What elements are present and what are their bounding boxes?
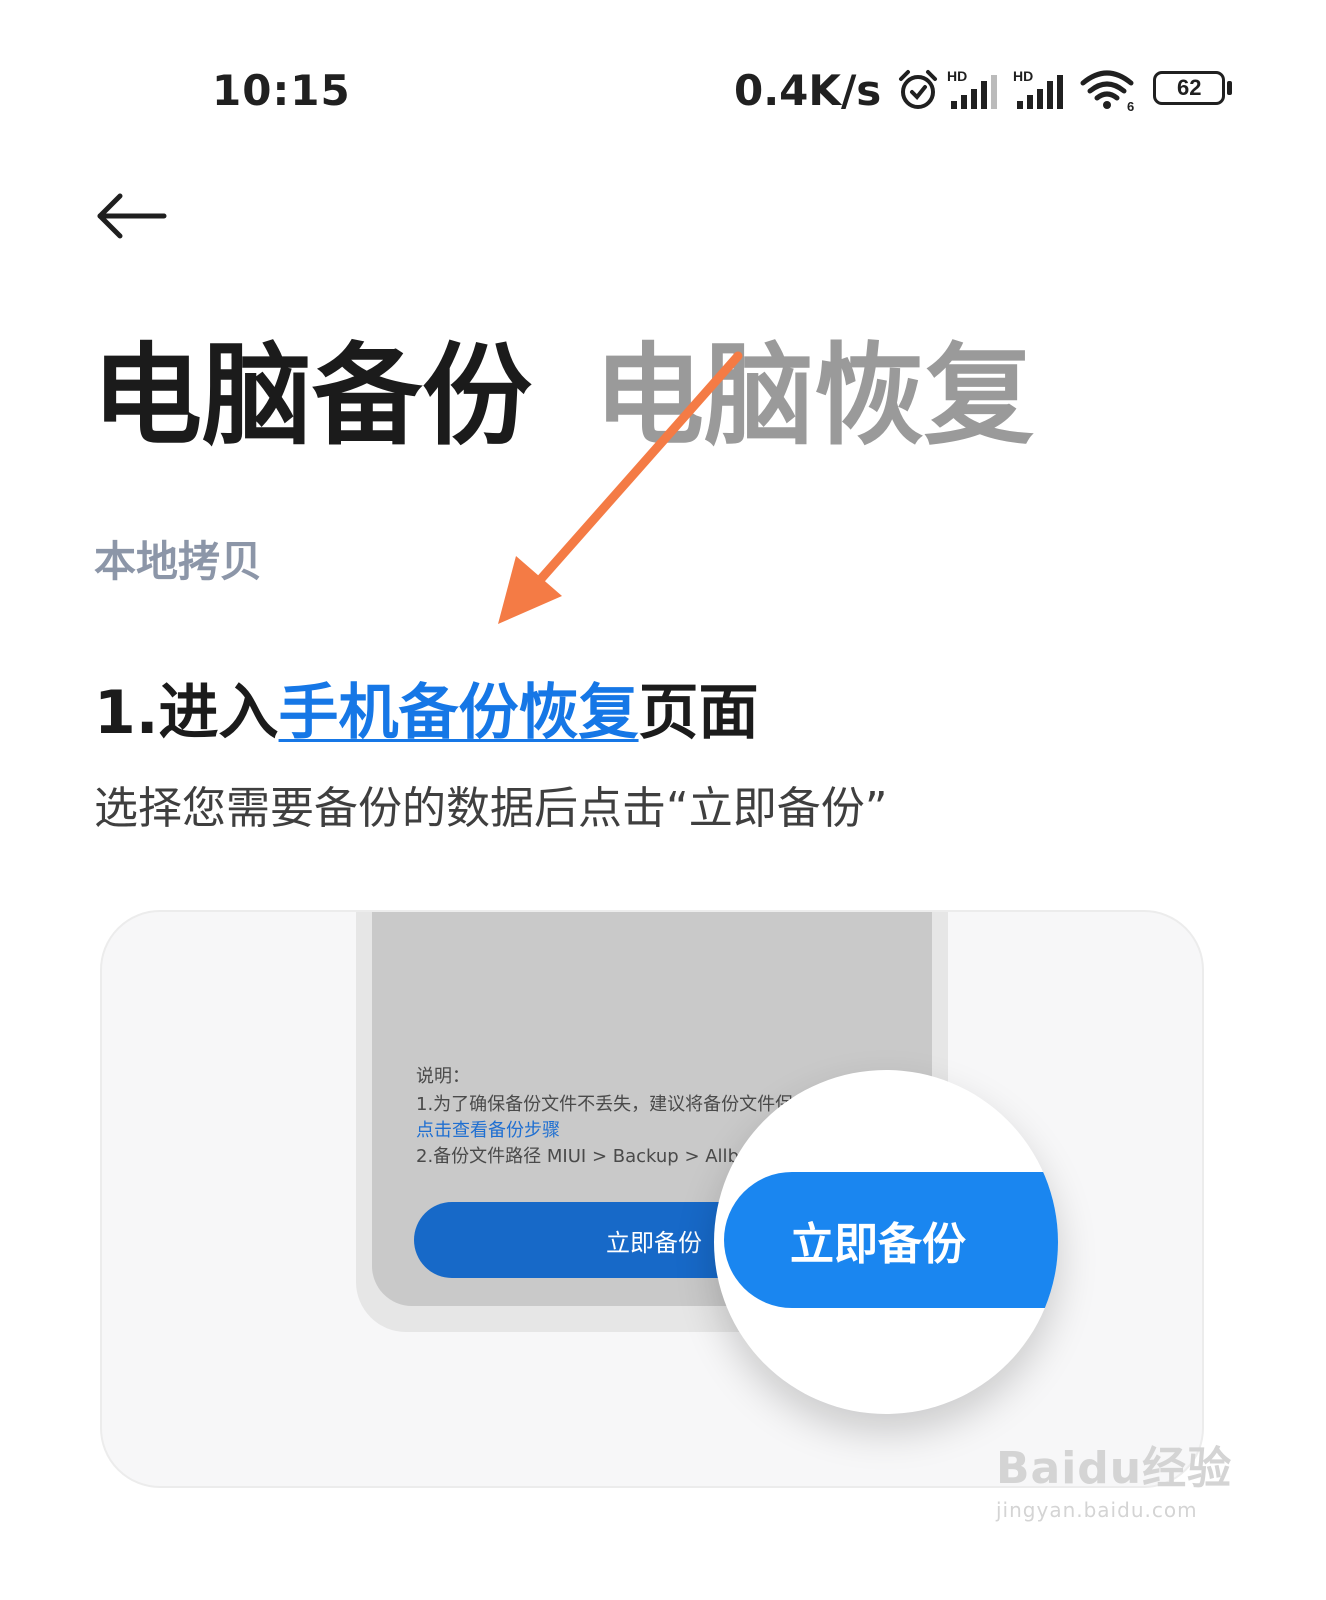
tab-pc-restore[interactable]: 电脑恢复	[594, 336, 1034, 456]
step-description: 选择您需要备份的数据后点击“立即备份”	[94, 783, 888, 834]
signal-hd-badge: HD	[1013, 68, 1033, 84]
note-line-2: 2.备份文件路径 MIUI > Backup > Allbac	[416, 1146, 760, 1167]
alarm-icon	[899, 70, 938, 109]
step-title-suffix: 页面	[638, 678, 759, 748]
network-speed: 0.4K/s	[734, 65, 882, 115]
note-line-1: 1.为了确保备份文件不丢失，建议将备份文件保存	[416, 1094, 812, 1115]
status-indicators: 0.4K/s HD HD 6 62	[734, 64, 1235, 116]
baidu-watermark: Baidu经验 jingyan.baidu.com	[996, 1432, 1232, 1522]
status-time: 10:15	[212, 66, 351, 115]
watermark-logo: Baidu经验	[996, 1443, 1233, 1494]
step-title: 1.进入手机备份恢复页面	[94, 664, 759, 751]
tab-pc-backup[interactable]: 电脑备份	[92, 336, 532, 456]
backup-now-label-zoomed: 立即备份	[790, 1219, 966, 1270]
step-title-prefix: 1.进入	[94, 678, 279, 748]
magnifier-circle: 立即备份	[714, 1070, 1058, 1414]
note-title: 说明：	[416, 1066, 470, 1087]
backup-now-button-zoomed: 立即备份	[724, 1172, 1058, 1308]
back-arrow-icon	[97, 193, 167, 239]
status-bar: 10:15 0.4K/s HD HD 6 62	[0, 0, 1326, 180]
hd-signal-icon: HD	[1013, 68, 1064, 109]
wifi-6-badge: 6	[1127, 99, 1134, 113]
illustration-card: 说明： 1.为了确保备份文件不丢失，建议将备份文件保存 点击查看备份步骤 2.备…	[100, 910, 1204, 1488]
hd-signal-icon: HD	[947, 68, 998, 109]
watermark-url: jingyan.baidu.com	[996, 1498, 1198, 1522]
back-button[interactable]	[92, 186, 172, 246]
section-label: 本地拷贝	[94, 537, 263, 586]
wifi-icon: 6	[1080, 70, 1135, 113]
backup-restore-link[interactable]: 手机备份恢复	[279, 678, 639, 748]
tab-bar: 电脑备份 电脑恢复	[92, 336, 1034, 456]
note-backup-steps-link: 点击查看备份步骤	[416, 1120, 560, 1141]
signal-hd-badge: HD	[947, 68, 967, 84]
battery-level: 62	[1177, 75, 1202, 100]
battery-icon: 62	[1153, 71, 1235, 109]
